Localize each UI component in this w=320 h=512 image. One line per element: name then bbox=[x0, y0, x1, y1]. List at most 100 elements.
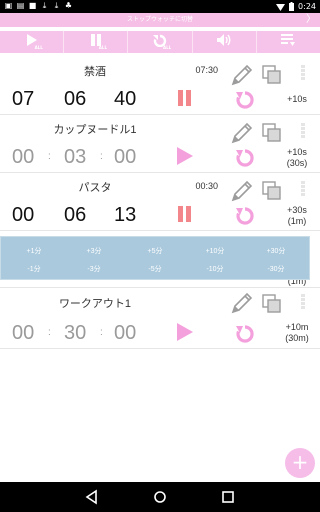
reset-all-button[interactable]: ALL bbox=[128, 31, 193, 53]
switch-to-stopwatch-bar[interactable]: ストップウォッチに切替 〉 bbox=[0, 13, 320, 27]
timer-name[interactable]: パスタ bbox=[0, 179, 190, 195]
switch-label: ストップウォッチに切替 bbox=[126, 16, 193, 23]
separator: : bbox=[48, 201, 51, 229]
add-time-button[interactable]: +10s bbox=[277, 94, 317, 105]
volume-button[interactable] bbox=[193, 31, 257, 53]
drag-handle-icon[interactable] bbox=[301, 294, 305, 310]
add-5min-button[interactable]: +5分 bbox=[133, 246, 177, 256]
sub-30min-button[interactable]: -30分 bbox=[254, 264, 298, 274]
copy-icon[interactable] bbox=[262, 294, 282, 314]
copy-icon[interactable] bbox=[262, 181, 282, 201]
recents-icon[interactable] bbox=[220, 489, 236, 505]
play-all-button[interactable]: ALL bbox=[0, 31, 65, 53]
timer-seconds: 00 bbox=[114, 322, 137, 344]
add-time-label: +10s bbox=[287, 94, 307, 104]
image-icon: ▤ bbox=[16, 1, 25, 10]
timer-name[interactable]: カップヌードル1 bbox=[0, 121, 190, 137]
pause-icon[interactable] bbox=[176, 205, 194, 223]
clock-time: 0:24 bbox=[298, 2, 316, 11]
add-1min-button[interactable]: +1分 bbox=[12, 246, 56, 256]
timer-minutes: 06 bbox=[64, 204, 87, 226]
drag-handle-icon[interactable] bbox=[301, 181, 305, 197]
timer-row: ワークアウト1 00 : 30 : 00 +10m (30m) bbox=[0, 289, 320, 349]
add-time-label: +30s bbox=[287, 205, 307, 215]
navigation-bar bbox=[0, 482, 320, 512]
status-bar: ▣ ▤ ■ ⤓ ⤓ ♣ 0:24 bbox=[0, 0, 320, 13]
reset-all-label: ALL bbox=[163, 45, 172, 50]
sub-10min-button[interactable]: -10分 bbox=[193, 264, 237, 274]
add-time-label: +10m bbox=[285, 322, 309, 332]
add-time-button[interactable]: +10s (30s) bbox=[277, 147, 317, 169]
separator: : bbox=[100, 151, 103, 162]
edit-pencil-icon[interactable] bbox=[230, 291, 254, 315]
timer-seconds: 13 bbox=[114, 204, 137, 226]
play-all-label: ALL bbox=[34, 45, 43, 50]
pause-all-button[interactable]: ALL bbox=[64, 31, 129, 53]
reset-icon[interactable] bbox=[235, 90, 255, 110]
download-icon: ⤓ bbox=[54, 1, 59, 10]
timer-limit: 07:30 bbox=[195, 65, 218, 75]
timer-digits[interactable]: 00 : 30 : 00 bbox=[0, 319, 160, 347]
battery-icon bbox=[289, 2, 295, 11]
timer-row: パスタ 00:30 00 : 06 : 13 +30s (1m) bbox=[0, 173, 320, 231]
pause-all-label: ALL bbox=[98, 45, 107, 50]
back-icon[interactable] bbox=[84, 489, 100, 505]
app-icon: ▣ bbox=[4, 1, 13, 10]
timer-minutes: 03 bbox=[64, 146, 87, 168]
sub-1min-button[interactable]: -1分 bbox=[12, 264, 56, 274]
play-icon[interactable] bbox=[176, 323, 194, 341]
android-icon: ♣ bbox=[64, 1, 73, 10]
reset-icon[interactable] bbox=[235, 148, 255, 168]
drag-handle-icon[interactable] bbox=[301, 65, 305, 81]
sub-5min-button[interactable]: -5分 bbox=[133, 264, 177, 274]
timer-seconds: 40 bbox=[114, 88, 137, 110]
sub-3min-button[interactable]: -3分 bbox=[72, 264, 116, 274]
add-time-sub-label: (1m) bbox=[287, 216, 307, 226]
add-3min-button[interactable]: +3分 bbox=[72, 246, 116, 256]
timer-digits[interactable]: 00 : 03 : 00 bbox=[0, 143, 160, 171]
timer-name[interactable]: 禁酒 bbox=[0, 63, 190, 79]
sort-button[interactable] bbox=[257, 31, 320, 53]
timer-name[interactable]: ワークアウト1 bbox=[0, 295, 190, 311]
add-time-button[interactable]: +30s (1m) bbox=[277, 205, 317, 227]
add-time-sub-label: (30s) bbox=[286, 158, 308, 168]
sort-icon bbox=[281, 34, 296, 46]
play-icon[interactable] bbox=[176, 147, 194, 165]
reset-icon[interactable] bbox=[235, 206, 255, 226]
toolbar: ALL ALL ALL bbox=[0, 31, 320, 53]
timer-hours: 07 bbox=[12, 88, 35, 110]
timer-minutes: 30 bbox=[64, 322, 87, 344]
reset-icon[interactable] bbox=[235, 324, 255, 344]
separator: : bbox=[100, 327, 103, 338]
timer-row: 禁酒 07:30 07 : 06 : 40 +10s bbox=[0, 57, 320, 115]
separator: : bbox=[48, 85, 51, 113]
app-root: ▣ ▤ ■ ⤓ ⤓ ♣ 0:24 ストップウォッチに切替 〉 ALL ALL A… bbox=[0, 0, 320, 512]
separator: : bbox=[48, 151, 51, 162]
timer-seconds: 00 bbox=[114, 146, 137, 168]
separator: : bbox=[48, 327, 51, 338]
edit-pencil-icon[interactable] bbox=[230, 63, 254, 87]
copy-icon[interactable] bbox=[262, 123, 282, 143]
timer-hours: 00 bbox=[12, 322, 35, 344]
chevron-right-icon: 〉 bbox=[306, 14, 316, 25]
copy-icon[interactable] bbox=[262, 65, 282, 85]
add-time-button[interactable]: +10m (30m) bbox=[277, 322, 317, 344]
separator: : bbox=[100, 85, 103, 113]
add-30min-button[interactable]: +30分 bbox=[254, 246, 298, 256]
add-10min-button[interactable]: +10分 bbox=[193, 246, 237, 256]
edit-pencil-icon[interactable] bbox=[230, 179, 254, 203]
timer-hours: 00 bbox=[12, 204, 35, 226]
download-icon: ⤓ bbox=[42, 1, 47, 10]
drag-handle-icon[interactable] bbox=[301, 123, 305, 139]
timer-digits[interactable]: 00 : 06 : 13 bbox=[0, 201, 160, 229]
status-icons: ▣ ▤ ■ ⤓ ⤓ ♣ bbox=[4, 1, 73, 11]
wifi-icon bbox=[276, 3, 286, 11]
timer-row: カップヌードル1 00 : 03 : 00 +10s (30s) bbox=[0, 115, 320, 173]
edit-pencil-icon[interactable] bbox=[230, 121, 254, 145]
time-adjust-popup: +1分 +3分 +5分 +10分 +30分 -1分 -3分 -5分 -10分 -… bbox=[0, 236, 310, 280]
home-icon[interactable] bbox=[152, 489, 168, 505]
timer-digits[interactable]: 07 : 06 : 40 bbox=[0, 85, 160, 113]
pause-icon[interactable] bbox=[176, 89, 194, 107]
add-timer-fab[interactable]: + bbox=[285, 448, 315, 478]
timer-limit: 00:30 bbox=[195, 181, 218, 191]
